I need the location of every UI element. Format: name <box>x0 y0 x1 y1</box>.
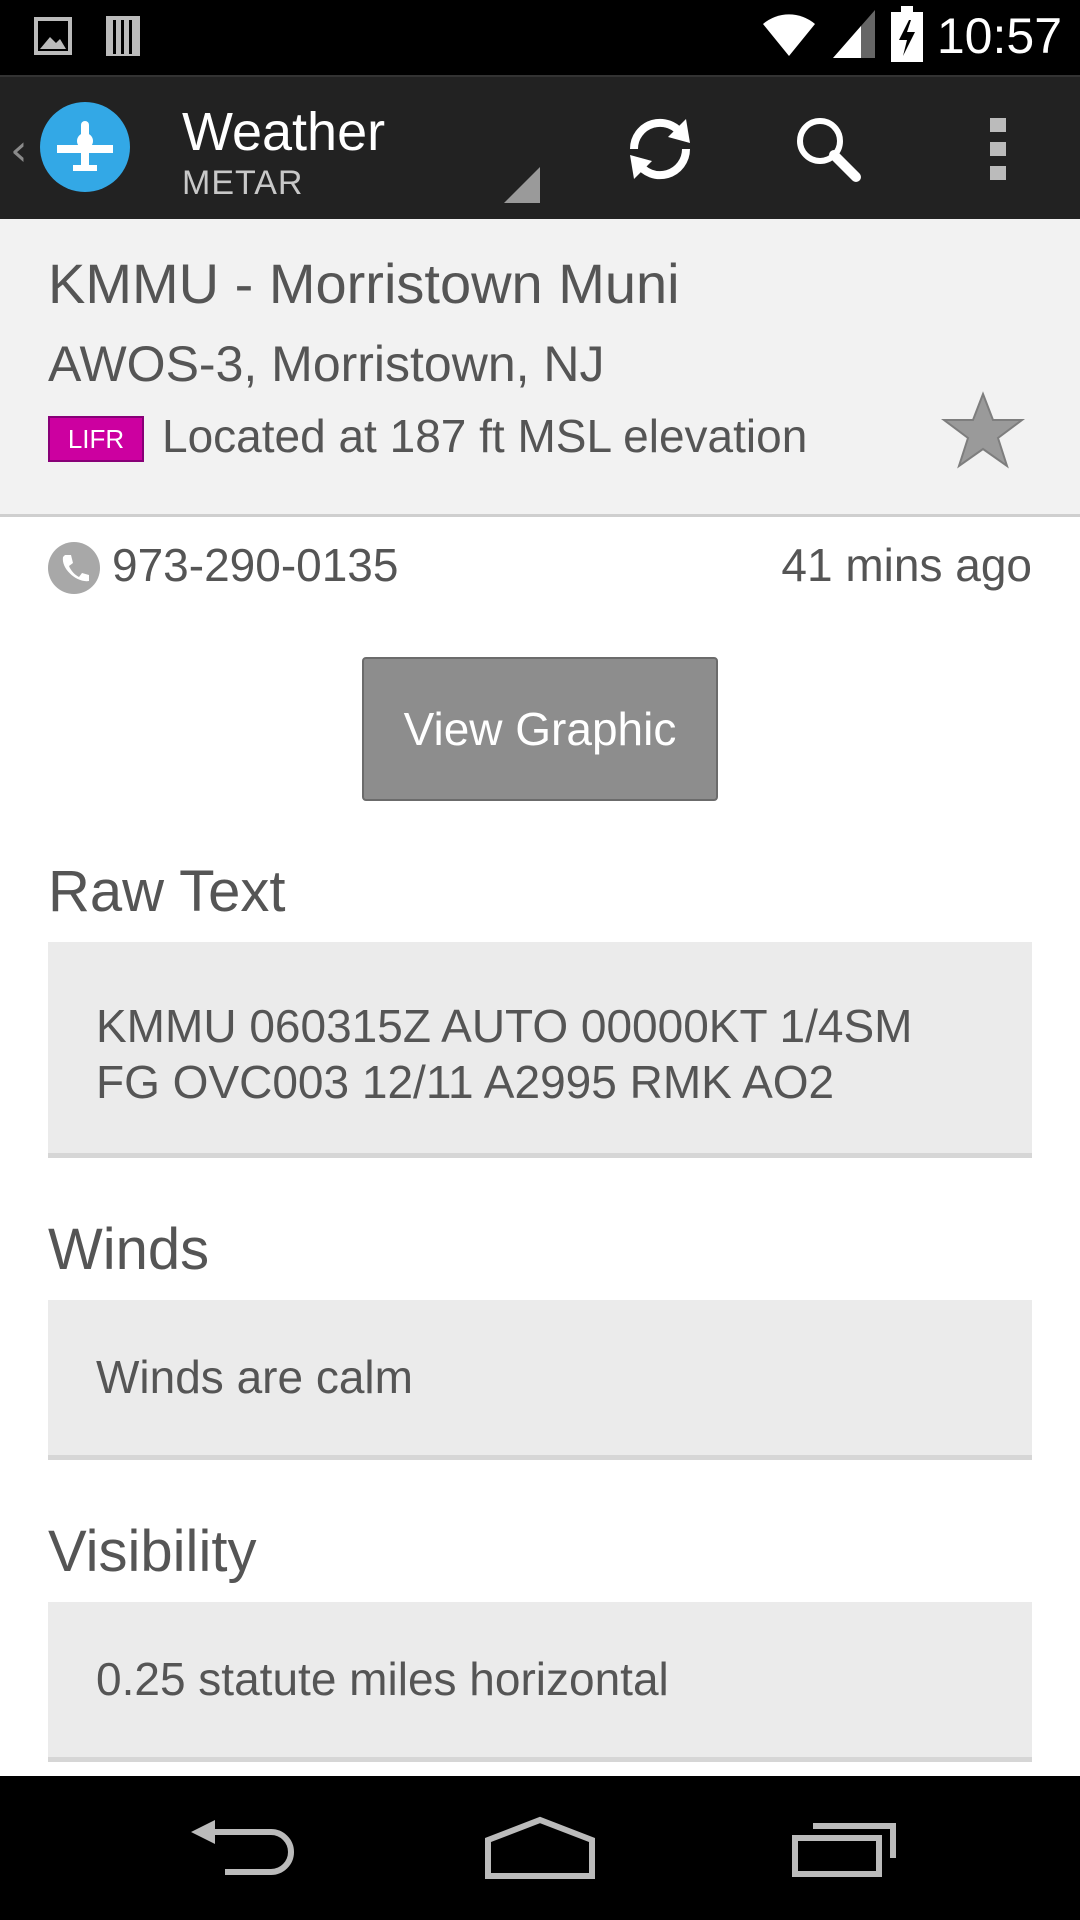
visibility-value: 0.25 statute miles horizontal <box>96 1653 669 1705</box>
phone-icon[interactable] <box>48 542 100 594</box>
overflow-menu-button[interactable] <box>946 97 1050 201</box>
system-icons: 10:57 <box>761 6 1062 66</box>
back-icon <box>191 1820 294 1875</box>
image-notification-icon <box>34 17 72 59</box>
clock: 10:57 <box>936 8 1062 64</box>
back-button[interactable] <box>170 1798 310 1898</box>
navigation-bar <box>0 1776 1080 1920</box>
wifi-icon <box>761 10 817 62</box>
raw-text-box: KMMU 060315Z AUTO 00000KT 1/4SM FG OVC00… <box>48 942 1032 1158</box>
battery-charging-icon <box>890 6 923 66</box>
up-navigation-icon[interactable]: ‹ <box>10 125 28 176</box>
airport-name: KMMU - Morristown Muni <box>48 252 680 315</box>
status-bar: 10:57 <box>0 0 1080 75</box>
view-graphic-button[interactable]: View Graphic <box>362 657 718 801</box>
contact-row: 973-290-0135 41 mins ago <box>48 538 1032 598</box>
report-age: 41 mins ago <box>781 539 1032 591</box>
airport-location: AWOS-3, Morristown, NJ <box>48 336 605 392</box>
raw-text-line-1: KMMU 060315Z AUTO 00000KT 1/4SM <box>96 1000 913 1052</box>
overflow-menu-icon <box>990 118 1006 180</box>
visibility-heading: Visibility <box>48 1519 257 1584</box>
refresh-button[interactable] <box>608 97 712 201</box>
cell-signal-icon <box>831 8 877 64</box>
home-button[interactable] <box>470 1798 610 1898</box>
storage-notification-icon <box>104 14 142 62</box>
raw-text-heading: Raw Text <box>48 859 286 924</box>
favorite-star-button[interactable] <box>940 390 1026 474</box>
page-subtitle: METAR <box>182 164 304 202</box>
elevation-text: Located at 187 ft MSL elevation <box>162 410 808 462</box>
raw-text-line-2: FG OVC003 12/11 A2995 RMK AO2 <box>96 1056 835 1108</box>
recent-apps-icon <box>792 1823 896 1877</box>
page-title: Weather <box>182 102 386 162</box>
search-icon <box>797 118 861 182</box>
search-button[interactable] <box>776 97 880 201</box>
phone-number[interactable]: 973-290-0135 <box>112 538 398 592</box>
recent-apps-button[interactable] <box>774 1798 914 1898</box>
home-icon <box>485 1816 595 1879</box>
star-icon <box>941 391 1025 469</box>
title-spinner[interactable]: Weather METAR <box>182 101 542 211</box>
winds-heading: Winds <box>48 1217 210 1282</box>
refresh-icon <box>629 118 691 180</box>
flight-category-badge: LIFR <box>48 416 144 462</box>
spinner-indicator-icon[interactable] <box>504 167 540 203</box>
airport-header: KMMU - Morristown Muni AWOS-3, Morristow… <box>0 219 1080 517</box>
winds-value: Winds are calm <box>96 1351 413 1403</box>
action-bar: ‹ Weather METAR <box>0 75 1080 219</box>
winds-box: Winds are calm <box>48 1300 1032 1460</box>
notification-icons <box>34 14 142 62</box>
airplane-icon[interactable] <box>40 102 130 192</box>
visibility-box: 0.25 statute miles horizontal <box>48 1602 1032 1762</box>
